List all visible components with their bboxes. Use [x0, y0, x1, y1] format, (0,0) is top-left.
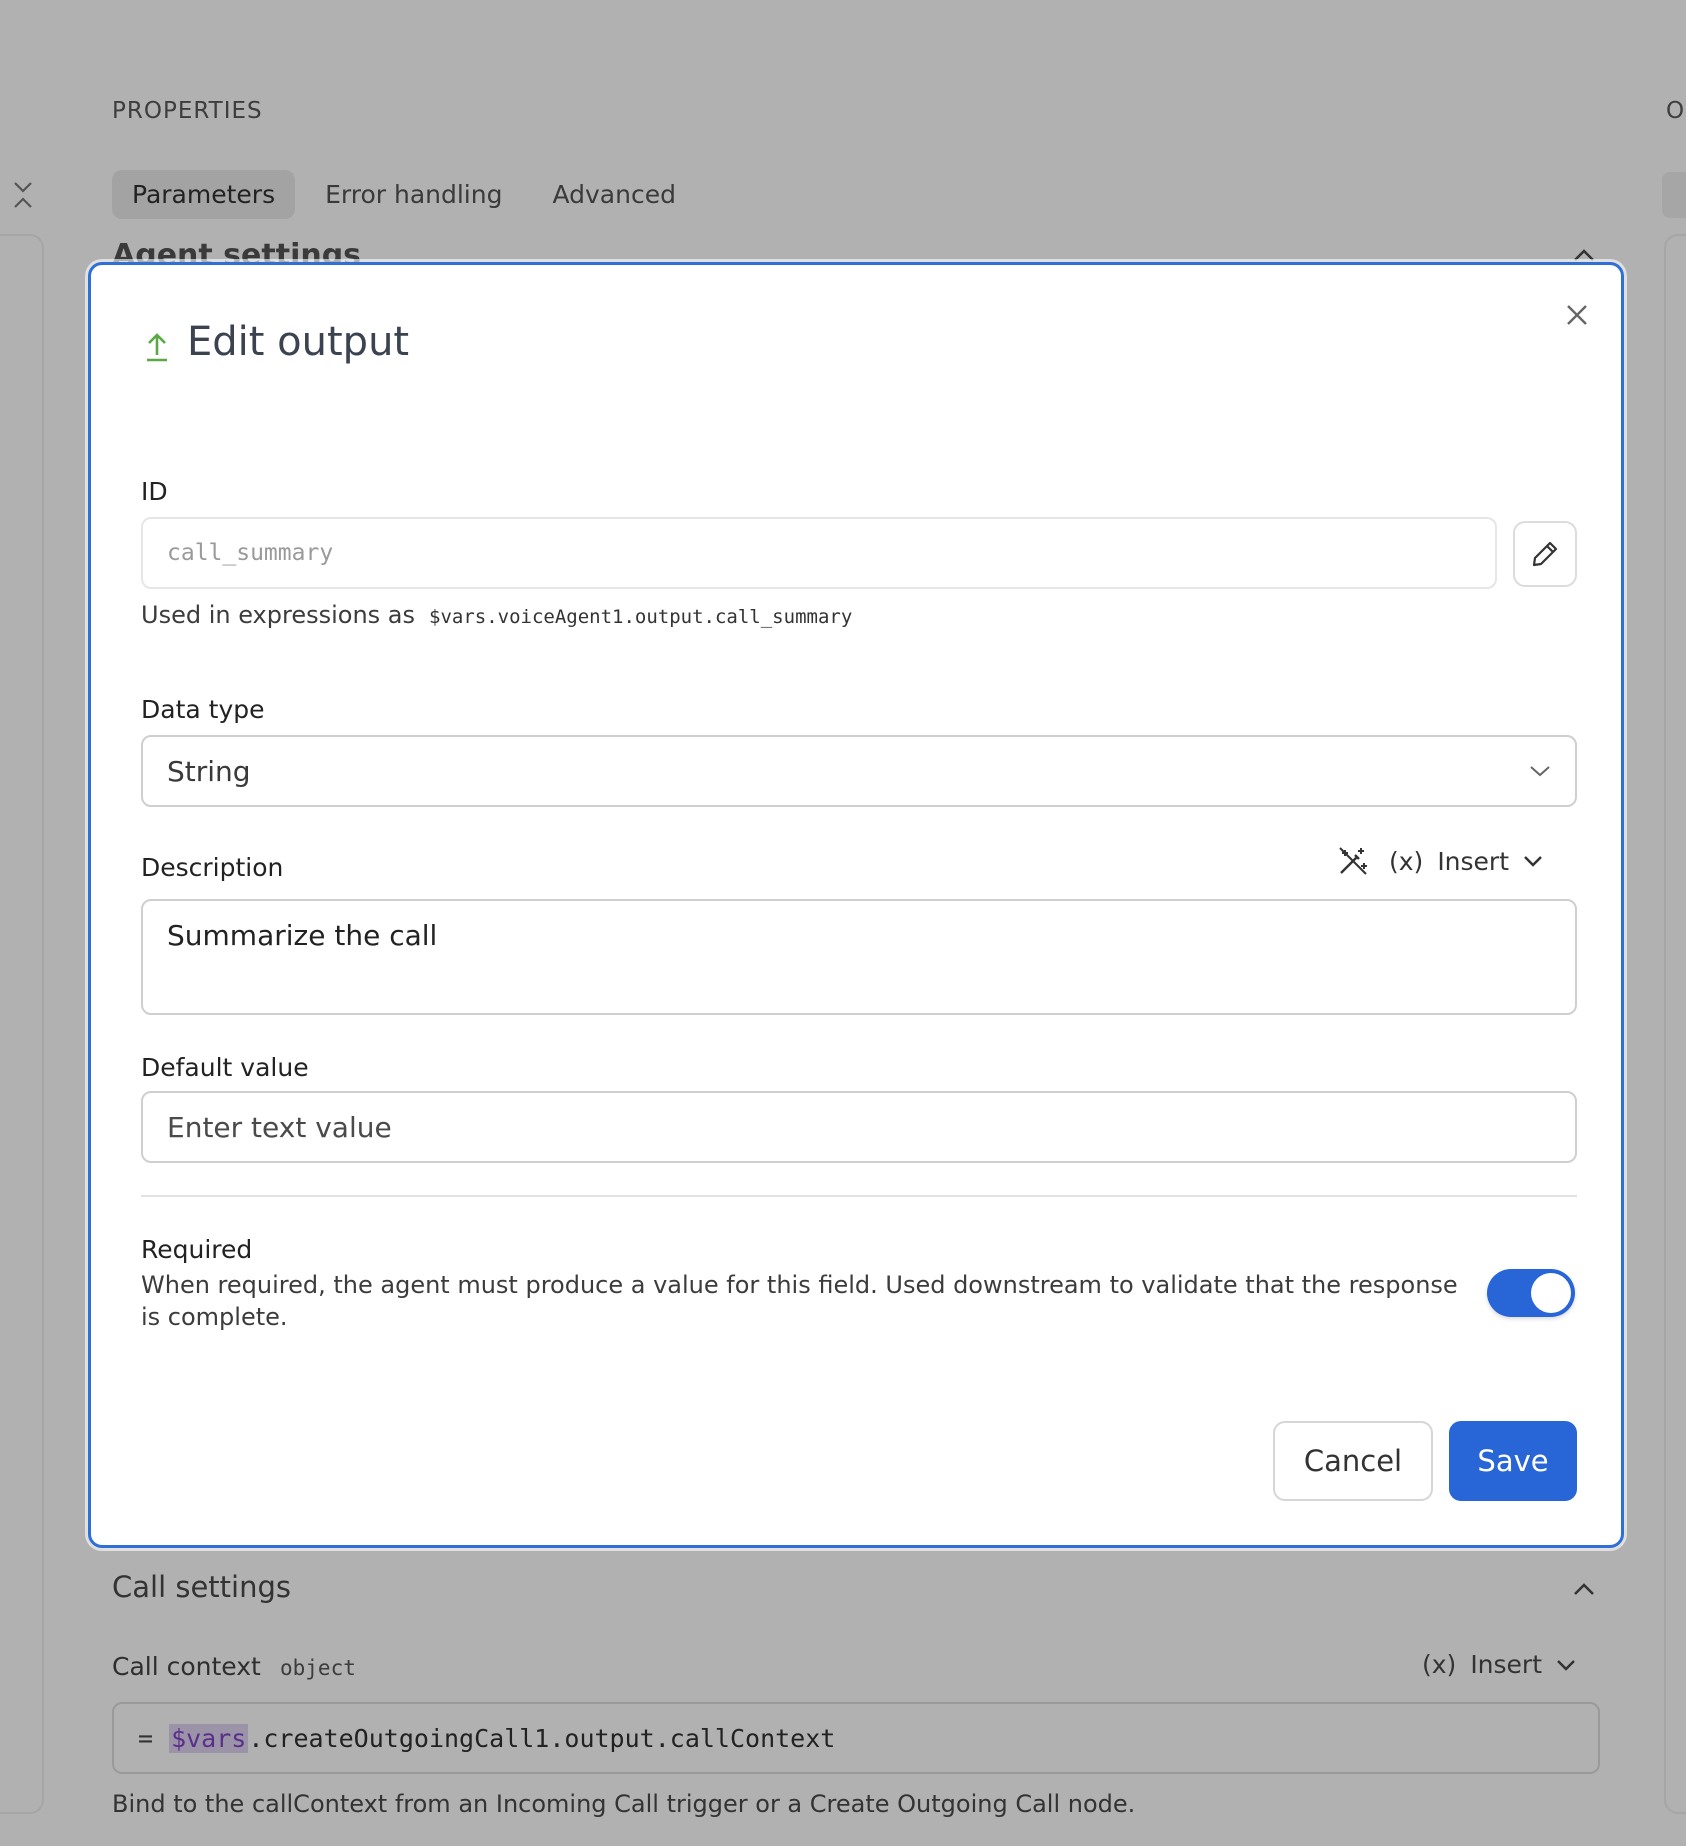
left-panel-edge: [0, 234, 44, 1814]
toggle-knob: [1531, 1273, 1571, 1313]
data-type-select[interactable]: String: [141, 735, 1577, 807]
default-value-label: Default value: [141, 1053, 309, 1082]
description-label: Description: [141, 853, 284, 882]
right-panel-edge: [1664, 234, 1686, 1814]
chevron-up-icon[interactable]: [1572, 1582, 1596, 1596]
call-settings-heading: Call settings: [112, 1570, 291, 1604]
divider: [141, 1195, 1577, 1197]
properties-tabs: Parameters Error handling Advanced: [112, 170, 696, 219]
description-insert-button[interactable]: (x) Insert: [1389, 847, 1543, 876]
save-button[interactable]: Save: [1449, 1421, 1577, 1501]
magic-wand-icon[interactable]: [1337, 845, 1369, 877]
id-field: call_summary: [141, 517, 1497, 589]
expression-variable: $vars: [169, 1723, 249, 1753]
id-help-expression: $vars.voiceAgent1.output.call_summary: [429, 606, 853, 628]
call-context-help: Bind to the callContext from an Incoming…: [112, 1790, 1136, 1818]
variable-icon: (x): [1389, 846, 1424, 876]
expression-path: .createOutgoingCall1.output.callContext: [248, 1723, 836, 1753]
properties-title: PROPERTIES: [112, 98, 263, 124]
data-type-value: String: [167, 754, 251, 788]
agent-settings-heading: Agent settings: [112, 238, 362, 262]
id-help-prefix: Used in expressions as: [141, 601, 416, 629]
required-toggle[interactable]: [1487, 1269, 1575, 1317]
description-toolbar: (x) Insert: [1337, 845, 1543, 877]
tab-error-handling[interactable]: Error handling: [305, 170, 522, 219]
expression-prefix: =: [138, 1723, 154, 1753]
cancel-button[interactable]: Cancel: [1273, 1421, 1433, 1501]
id-label: ID: [141, 477, 168, 506]
edit-output-dialog: Edit output ID call_summary Used in expr…: [88, 262, 1624, 1548]
call-context-type: object: [280, 1656, 356, 1680]
data-type-label: Data type: [141, 695, 265, 724]
required-description: When required, the agent must produce a …: [141, 1271, 1458, 1331]
tab-parameters[interactable]: Parameters: [112, 170, 296, 219]
tab-advanced[interactable]: Advanced: [532, 170, 696, 219]
right-panel-title-partial: O: [1666, 98, 1685, 124]
right-panel-button[interactable]: [1662, 172, 1686, 218]
variable-icon: (x): [1422, 1650, 1457, 1679]
edit-id-button[interactable]: [1513, 521, 1577, 587]
collapse-icon[interactable]: [12, 180, 34, 210]
required-label: Required: [141, 1235, 253, 1264]
dialog-title: Edit output: [187, 319, 410, 365]
description-textarea[interactable]: Summarize the call: [141, 899, 1577, 1015]
upload-arrow-icon: [147, 333, 167, 362]
default-value-input[interactable]: Enter text value: [141, 1091, 1577, 1163]
pencil-icon: [1532, 541, 1558, 567]
chevron-down-icon: [1524, 856, 1542, 867]
chevron-down-icon: [1557, 1659, 1575, 1671]
id-help-text: Used in expressions as $vars.voiceAgent1…: [141, 601, 852, 629]
call-context-label: Call context: [112, 1652, 261, 1681]
chevron-up-icon[interactable]: [1572, 248, 1596, 262]
insert-label: Insert: [1470, 1650, 1543, 1679]
insert-label: Insert: [1437, 846, 1510, 876]
call-context-expression-field[interactable]: = $vars .createOutgoingCall1.output.call…: [112, 1702, 1600, 1774]
chevron-down-icon: [1530, 766, 1550, 777]
call-context-insert-button[interactable]: (x) Insert: [1422, 1650, 1576, 1679]
close-icon[interactable]: [1563, 301, 1591, 329]
